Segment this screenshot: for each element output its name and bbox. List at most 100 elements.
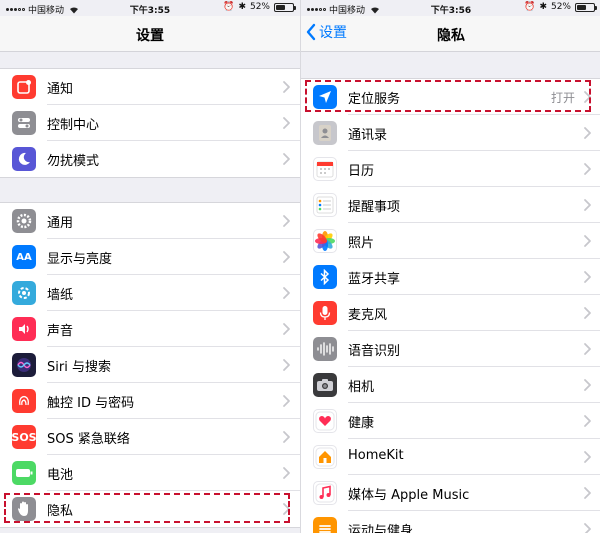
chevron-right-icon	[581, 342, 593, 356]
list-item[interactable]: 通知	[0, 69, 300, 105]
list-item[interactable]: SOS SOS 紧急联络	[0, 419, 300, 455]
list-item-label: 勿扰模式	[47, 154, 100, 169]
list-item-label: HomeKit	[348, 448, 404, 463]
reminders-icon	[313, 193, 337, 217]
list-item[interactable]: 通用	[0, 203, 300, 239]
nav-bar: 设置 隐私	[301, 16, 600, 52]
location-arrow-icon	[313, 85, 337, 109]
list-item[interactable]: 照片	[301, 223, 600, 259]
chevron-right-icon	[280, 502, 292, 516]
list-item-label: 提醒事项	[348, 200, 401, 215]
chevron-right-icon	[280, 152, 292, 166]
bluetooth-status-icon: ✱	[238, 2, 246, 12]
list-item-label: 日历	[348, 164, 375, 179]
microphone-icon	[313, 301, 337, 325]
settings-screen: 中国移动 下午3:55 ⏰ ✱ 52% 设置 通知控制中心勿扰模式 通用 AA 显示…	[0, 0, 300, 533]
list-item-label: 显示与亮度	[47, 252, 113, 267]
list-item-label: 触控 ID 与密码	[47, 396, 135, 411]
photos-icon	[313, 229, 337, 253]
gear-icon	[12, 209, 36, 233]
nav-bar: 设置	[0, 16, 300, 52]
display-icon: AA	[12, 245, 36, 269]
list-item[interactable]: 语音识别	[301, 331, 600, 367]
list-item[interactable]: 隐私	[0, 491, 300, 527]
chevron-right-icon	[280, 116, 292, 130]
list-item[interactable]: AA 显示与亮度	[0, 239, 300, 275]
moon-icon	[12, 147, 36, 171]
contacts-icon	[313, 121, 337, 145]
chevron-right-icon	[581, 486, 593, 500]
list-item[interactable]: 通讯录	[301, 115, 600, 151]
page-title: 设置	[136, 28, 164, 44]
chevron-right-icon	[280, 80, 292, 94]
list-item[interactable]: 触控 ID 与密码	[0, 383, 300, 419]
home-icon	[313, 445, 337, 469]
notification-icon	[12, 75, 36, 99]
alarm-icon: ⏰	[524, 2, 536, 12]
list-item-label: 隐私	[47, 504, 74, 519]
music-icon	[313, 481, 337, 505]
chevron-right-icon	[581, 126, 593, 140]
list-item[interactable]: 蓝牙共享	[301, 259, 600, 295]
list-item-label: 运动与健身	[348, 524, 414, 533]
chevron-right-icon	[581, 414, 593, 428]
chevron-right-icon	[581, 522, 593, 533]
list-item[interactable]: 墙纸	[0, 275, 300, 311]
chevron-right-icon	[280, 214, 292, 228]
list-item[interactable]: 定位服务 打开	[301, 79, 600, 115]
list-item[interactable]: 勿扰模式	[0, 141, 300, 177]
list-item[interactable]: 健康	[301, 403, 600, 439]
list-item[interactable]: 声音	[0, 311, 300, 347]
list-item[interactable]: Siri 与搜索	[0, 347, 300, 383]
calendar-icon	[313, 157, 337, 181]
list-item-label: 定位服务	[348, 92, 401, 107]
chevron-right-icon	[581, 378, 593, 392]
chevron-right-icon	[581, 306, 593, 320]
control-center-icon	[12, 111, 36, 135]
list-item[interactable]: 麦克风	[301, 295, 600, 331]
list-item-label: 语音识别	[348, 344, 401, 359]
chevron-right-icon	[280, 250, 292, 264]
fitness-icon	[313, 517, 337, 533]
sos-icon: SOS	[11, 425, 37, 449]
list-item[interactable]: 日历	[301, 151, 600, 187]
list-item-label: 通知	[47, 82, 74, 97]
battery-percent: 52%	[550, 2, 571, 12]
list-item-label: Siri 与搜索	[47, 360, 111, 375]
speech-recognition-icon	[313, 337, 337, 361]
list-item[interactable]: 电池	[0, 455, 300, 491]
list-item-label: 控制中心	[47, 118, 100, 133]
list-item-label: SOS 紧急联络	[47, 432, 130, 447]
siri-icon	[12, 353, 36, 377]
list-item-label: 健康	[348, 416, 375, 431]
chevron-right-icon	[581, 270, 593, 284]
status-bar: 中国移动 下午3:55 ⏰ ✱ 52%	[0, 0, 300, 16]
settings-group-2: 通用 AA 显示与亮度墙纸声音 Siri 与搜索触控 ID 与密码 SOS SOS 紧急联…	[0, 202, 300, 528]
privacy-screen: 中国移动 下午3:56 ⏰ ✱ 52% 设置 隐私 定位服务 打开通讯录日历提醒事…	[300, 0, 600, 533]
chevron-right-icon	[280, 394, 292, 408]
list-item[interactable]: 相机	[301, 367, 600, 403]
alarm-icon: ⏰	[223, 2, 235, 12]
list-item-label: 麦克风	[348, 308, 388, 323]
chevron-right-icon	[280, 322, 292, 336]
privacy-list: 定位服务 打开通讯录日历提醒事项照片蓝牙共享麦克风语音识别相机健康 HomeKit 媒…	[301, 78, 600, 533]
chevron-right-icon	[280, 430, 292, 444]
bluetooth-icon	[313, 265, 337, 289]
chevron-right-icon	[581, 234, 593, 248]
chevron-right-icon	[581, 450, 593, 464]
list-item-label: 声音	[47, 324, 74, 339]
list-item[interactable]: HomeKit	[301, 439, 600, 475]
chevron-right-icon	[581, 198, 593, 212]
list-item-label: 相机	[348, 380, 375, 395]
chevron-right-icon	[280, 466, 292, 480]
battery-status-icon	[575, 2, 597, 12]
list-item[interactable]: 运动与健身	[301, 511, 600, 533]
list-item[interactable]: 提醒事项	[301, 187, 600, 223]
list-item[interactable]: 控制中心	[0, 105, 300, 141]
list-item-label: 媒体与 Apple Music	[348, 488, 470, 503]
health-icon	[313, 409, 337, 433]
status-bar: 中国移动 下午3:56 ⏰ ✱ 52%	[301, 0, 600, 16]
list-item-label: 照片	[348, 236, 375, 251]
list-item[interactable]: 媒体与 Apple Music	[301, 475, 600, 511]
list-item-label: 通讯录	[348, 128, 388, 143]
